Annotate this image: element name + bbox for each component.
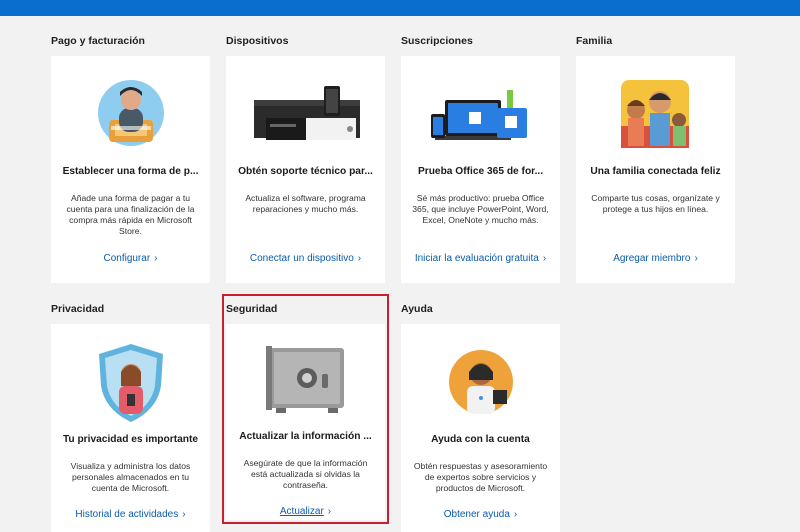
card-billing-title: Establecer una forma de p...: [62, 166, 199, 177]
card-privacy: Tu privacidad es importante Visualiza y …: [51, 324, 210, 532]
security-highlight-box: [222, 294, 389, 524]
card-devices-desc: Actualiza el software, programa reparaci…: [245, 193, 366, 214]
card-subscriptions-title: Prueba Office 365 de for...: [417, 166, 544, 177]
start-trial-link-text[interactable]: Iniciar la evaluación gratuita: [415, 253, 539, 264]
office-devices-illustration: [401, 56, 560, 156]
card-family-title: Una familia conectada feliz: [590, 166, 721, 177]
section-label-devices: Dispositivos: [226, 35, 289, 47]
top-accent-bar: [0, 0, 800, 16]
card-billing: Establecer una forma de p... Añade una f…: [51, 56, 210, 283]
section-label-subscriptions: Suscripciones: [401, 35, 473, 47]
add-member-link[interactable]: Agregar miembro ›: [576, 253, 735, 264]
connect-device-link[interactable]: Conectar un dispositivo ›: [226, 253, 385, 264]
card-privacy-desc: Visualiza y administra los datos persona…: [70, 461, 191, 493]
card-help-title: Ayuda con la cuenta: [431, 434, 530, 445]
start-trial-link[interactable]: Iniciar la evaluación gratuita ›: [401, 253, 560, 264]
chevron-right-icon: ›: [357, 253, 362, 264]
connect-device-link-text[interactable]: Conectar un dispositivo: [250, 253, 354, 264]
configure-link[interactable]: Configurar ›: [51, 253, 210, 264]
card-family-desc: Comparte tus cosas, organízate y protege…: [591, 193, 720, 214]
chevron-right-icon: ›: [182, 509, 186, 520]
chevron-right-icon: ›: [513, 509, 518, 520]
chevron-right-icon: ›: [154, 253, 158, 264]
billing-illustration: [51, 56, 210, 156]
card-family: Una familia conectada feliz Comparte tus…: [576, 56, 735, 283]
section-label-billing: Pago y facturación: [51, 35, 145, 47]
card-devices: Obtén soporte técnico par... Actualiza e…: [226, 56, 385, 283]
configure-link-text[interactable]: Configurar: [103, 253, 150, 264]
activity-history-link-text[interactable]: Historial de actividades: [75, 509, 178, 520]
get-help-link-text[interactable]: Obtener ayuda: [444, 509, 510, 520]
devices-illustration: [226, 56, 385, 156]
card-help-desc: Obtén respuestas y asesoramiento de expe…: [413, 461, 548, 493]
card-billing-desc: Añade una forma de pagar a tu cuenta par…: [66, 193, 195, 236]
card-help: Ayuda con la cuenta Obtén respuestas y a…: [401, 324, 560, 532]
card-devices-title: Obtén soporte técnico par...: [238, 166, 373, 177]
card-subscriptions: Prueba Office 365 de for... Sé más produ…: [401, 56, 560, 283]
privacy-shield-illustration: [51, 324, 210, 424]
get-help-link[interactable]: Obtener ayuda ›: [401, 509, 560, 520]
add-member-link-text[interactable]: Agregar miembro: [613, 253, 690, 264]
chevron-right-icon: ›: [542, 253, 547, 264]
card-subscriptions-desc: Sé más productivo: prueba Office 365, qu…: [412, 193, 549, 225]
help-agent-illustration: [401, 324, 560, 424]
chevron-right-icon: ›: [694, 253, 698, 264]
section-label-family: Familia: [576, 35, 613, 47]
family-illustration: [576, 56, 735, 156]
section-label-help: Ayuda: [401, 303, 433, 315]
section-label-privacy: Privacidad: [51, 303, 105, 315]
activity-history-link[interactable]: Historial de actividades ›: [51, 509, 210, 520]
card-privacy-title: Tu privacidad es importante: [62, 434, 199, 445]
